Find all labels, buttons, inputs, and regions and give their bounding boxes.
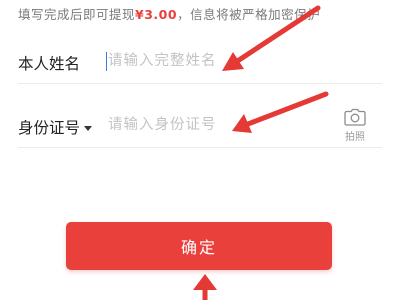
id-number-row: 身份证号 拍照 (18, 104, 382, 148)
caret-down-icon (84, 126, 93, 131)
name-label-text: 本人姓名 (18, 55, 81, 73)
id-type-label: 身份证号 (18, 119, 81, 137)
name-input[interactable] (106, 46, 258, 76)
camera-caption: 拍照 (345, 132, 365, 143)
camera-icon (344, 108, 366, 126)
id-row-divider (18, 147, 382, 148)
notice-prefix: 填写完成后即可提现 (18, 7, 136, 22)
annotation-arrow-bottom (193, 274, 217, 300)
notice-suffix: ，信息将被严格加密保护 (177, 7, 321, 22)
name-label: 本人姓名 (18, 52, 80, 74)
id-number-input[interactable] (106, 110, 258, 140)
confirm-button[interactable]: 确定 (66, 222, 332, 270)
withdraw-amount: ¥3.00 (135, 7, 178, 22)
name-row: 本人姓名 (18, 40, 382, 84)
id-type-selector[interactable]: 身份证号 (18, 116, 93, 138)
camera-button[interactable]: 拍照 (342, 108, 368, 143)
name-row-divider (18, 83, 382, 84)
encryption-notice: 填写完成后即可提现¥3.00，信息将被严格加密保护 (18, 4, 320, 23)
